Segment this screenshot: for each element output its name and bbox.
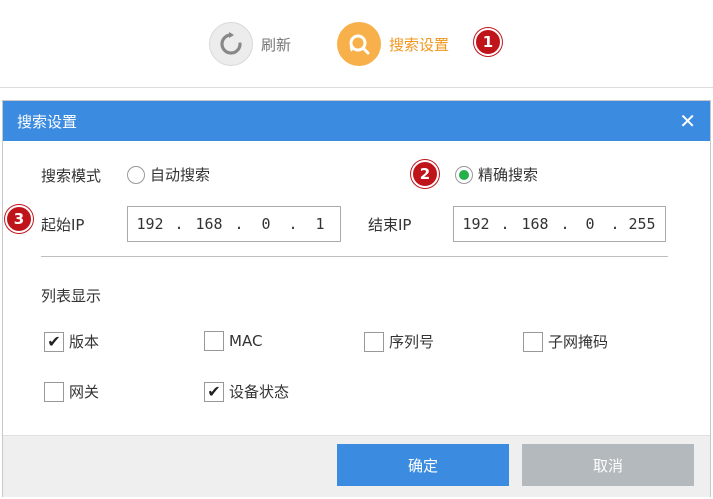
radio-auto-search-label: 自动搜索: [150, 166, 211, 184]
cancel-button[interactable]: 取消: [522, 444, 694, 486]
checkbox-gateway-label: 网关: [69, 383, 100, 401]
checkbox-subnet-mask[interactable]: 子网掩码: [523, 331, 608, 352]
start-ip-octet-4[interactable]: 1: [300, 215, 340, 233]
start-ip-octet-1[interactable]: 192: [128, 215, 172, 233]
list-display-label: 列表显示: [41, 287, 102, 305]
start-ip-octet-3[interactable]: 0: [246, 215, 286, 233]
refresh-label: 刷新: [261, 35, 292, 54]
ip-separator: .: [174, 215, 184, 233]
search-settings-label: 搜索设置: [389, 35, 450, 54]
divider: [41, 256, 668, 257]
checkbox-version[interactable]: ✔ 版本: [44, 331, 99, 352]
ok-button[interactable]: 确定: [337, 444, 509, 486]
radio-exact-search-label: 精确搜索: [478, 166, 539, 184]
checkbox-device-status-label: 设备状态: [229, 383, 290, 401]
dialog-title: 搜索设置: [17, 112, 78, 131]
step-badge-3: 3: [5, 205, 33, 233]
end-ip-octet-1[interactable]: 192: [454, 215, 498, 233]
ip-separator: .: [610, 215, 620, 233]
start-ip-input[interactable]: 192 . 168 . 0 . 1: [127, 206, 341, 242]
end-ip-octet-4[interactable]: 255: [622, 215, 662, 233]
step-badge-1: 1: [474, 28, 502, 56]
checkbox-version-label: 版本: [69, 333, 100, 351]
start-ip-octet-2[interactable]: 168: [186, 215, 232, 233]
checkbox-version-box[interactable]: ✔: [44, 331, 64, 352]
refresh-button[interactable]: 刷新: [209, 22, 291, 66]
ip-separator: .: [234, 215, 244, 233]
dialog-header: 搜索设置 ✕: [3, 101, 710, 141]
dialog-footer: 确定 取消: [3, 435, 710, 497]
start-ip-label: 起始IP: [41, 216, 85, 234]
radio-exact-search-dot[interactable]: [455, 165, 473, 184]
search-settings-dialog: 搜索设置 ✕ 搜索模式 自动搜索 精确搜索 起始IP 192 . 168 . 0…: [2, 100, 711, 497]
radio-auto-search[interactable]: 自动搜索: [127, 164, 210, 185]
checkbox-subnet-mask-label: 子网掩码: [548, 333, 609, 351]
checkbox-gateway-box[interactable]: [44, 381, 64, 402]
checkbox-mac[interactable]: MAC: [204, 331, 262, 351]
end-ip-octet-2[interactable]: 168: [512, 215, 558, 233]
checkbox-serial-number[interactable]: 序列号: [364, 331, 434, 352]
checkbox-serial-number-label: 序列号: [389, 333, 435, 351]
checkbox-subnet-mask-box[interactable]: [523, 331, 543, 352]
radio-auto-search-dot[interactable]: [127, 165, 145, 184]
radio-exact-search[interactable]: 精确搜索: [455, 164, 538, 185]
ip-separator: .: [500, 215, 510, 233]
end-ip-octet-3[interactable]: 0: [572, 215, 608, 233]
end-ip-label: 结束IP: [368, 216, 412, 234]
search-mode-label: 搜索模式: [41, 167, 102, 185]
ip-separator: .: [560, 215, 570, 233]
top-toolbar: 刷新 搜索设置: [0, 0, 713, 88]
checkbox-mac-label: MAC: [229, 332, 263, 350]
checkbox-gateway[interactable]: 网关: [44, 381, 99, 402]
step-badge-2: 2: [411, 160, 439, 188]
checkbox-device-status[interactable]: ✔ 设备状态: [204, 381, 289, 402]
end-ip-input[interactable]: 192 . 168 . 0 . 255: [453, 206, 666, 242]
close-icon[interactable]: ✕: [679, 111, 696, 131]
refresh-icon: [209, 22, 253, 66]
ip-separator: .: [288, 215, 298, 233]
search-settings-icon: [337, 22, 381, 66]
checkbox-serial-number-box[interactable]: [364, 331, 384, 352]
checkbox-device-status-box[interactable]: ✔: [204, 381, 224, 402]
search-settings-button[interactable]: 搜索设置: [337, 22, 449, 66]
checkbox-mac-box[interactable]: [204, 331, 224, 351]
